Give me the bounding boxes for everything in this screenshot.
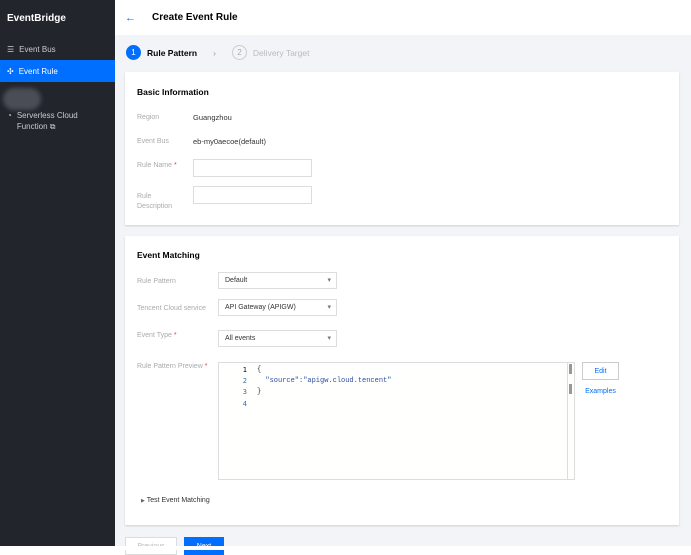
step-1-label: Rule Pattern xyxy=(147,47,198,58)
scrollbar[interactable] xyxy=(567,363,573,479)
test-event-matching-toggle[interactable]: ▶ Test Event Matching xyxy=(141,497,210,504)
rule-description-label: Rule Description xyxy=(137,193,173,210)
main: 1 Rule Pattern › 2 Delivery Target Basic… xyxy=(115,35,691,555)
step-2-label: Delivery Target xyxy=(252,47,310,58)
server-icon: ☰ xyxy=(7,44,15,54)
bottom-edge xyxy=(0,546,691,550)
service-label: Tencent Cloud service xyxy=(137,305,206,312)
sidebar-item-event-bus[interactable]: ☰ Event Bus xyxy=(0,38,115,60)
rule-name-label: Rule Name * xyxy=(137,162,177,169)
region-label: Region xyxy=(137,114,160,121)
external-link-icon: ⧉ xyxy=(49,122,56,131)
caret-right-icon: ▶ xyxy=(141,498,145,504)
blurred-region xyxy=(3,88,41,110)
sidebar-item-event-rule[interactable]: ✣ Event Rule xyxy=(0,60,115,82)
edit-button[interactable]: Edit xyxy=(582,362,619,380)
code-editor[interactable]: 1 2 3 4 { "source":"apigw.cloud.tencent"… xyxy=(218,362,575,480)
rule-pattern-select[interactable]: Default xyxy=(218,272,337,289)
event-type-label: Event Type * xyxy=(137,332,177,339)
event-type-select[interactable]: All events xyxy=(218,330,337,347)
service-select[interactable]: API Gateway (APIGW) xyxy=(218,299,337,316)
function-icon: ◔ xyxy=(7,111,12,120)
step-2-number: 2 xyxy=(231,45,247,60)
line-number: 2 xyxy=(242,377,247,385)
line-number: 3 xyxy=(242,388,247,396)
region-value: Guangzhou xyxy=(193,113,232,122)
rule-description-input[interactable] xyxy=(193,186,312,204)
chevron-right-icon: › xyxy=(213,47,216,58)
page-title: Create Event Rule xyxy=(152,12,238,23)
step-1-number: 1 xyxy=(126,45,141,60)
sidebar-item-scf[interactable]: ◔ Serverless Cloud Function ⧉ xyxy=(7,110,87,132)
back-arrow-icon[interactable]: ← xyxy=(125,12,136,24)
code-line: } xyxy=(257,388,262,396)
brand: EventBridge xyxy=(7,13,66,24)
stepper: 1 Rule Pattern › 2 Delivery Target xyxy=(126,45,309,60)
examples-link[interactable]: Examples xyxy=(582,382,619,400)
event-bus-label: Event Bus xyxy=(137,138,169,145)
code-line: "source":"apigw.cloud.tencent" xyxy=(257,377,392,385)
line-number: 4 xyxy=(242,400,247,408)
section-title: Basic Information xyxy=(137,87,209,97)
code-line: { xyxy=(257,366,262,374)
sidebar: EventBridge ☰ Event Bus ✣ Event Rule ◔ Serv… xyxy=(0,0,115,550)
section-title: Event Matching xyxy=(137,250,200,260)
line-number: 1 xyxy=(242,366,247,374)
event-bus-value: eb-my0aecoe(default) xyxy=(193,137,266,146)
rule-pattern-label: Rule Pattern xyxy=(137,278,176,285)
preview-label: Rule Pattern Preview * xyxy=(137,363,208,370)
header: ← Create Event Rule xyxy=(115,0,691,35)
rule-name-input[interactable] xyxy=(193,159,312,177)
basic-info-card: Basic Information Region Guangzhou Event… xyxy=(125,72,679,225)
rule-icon: ✣ xyxy=(7,66,14,76)
event-matching-card: Event Matching Rule Pattern Default Tenc… xyxy=(125,236,679,525)
